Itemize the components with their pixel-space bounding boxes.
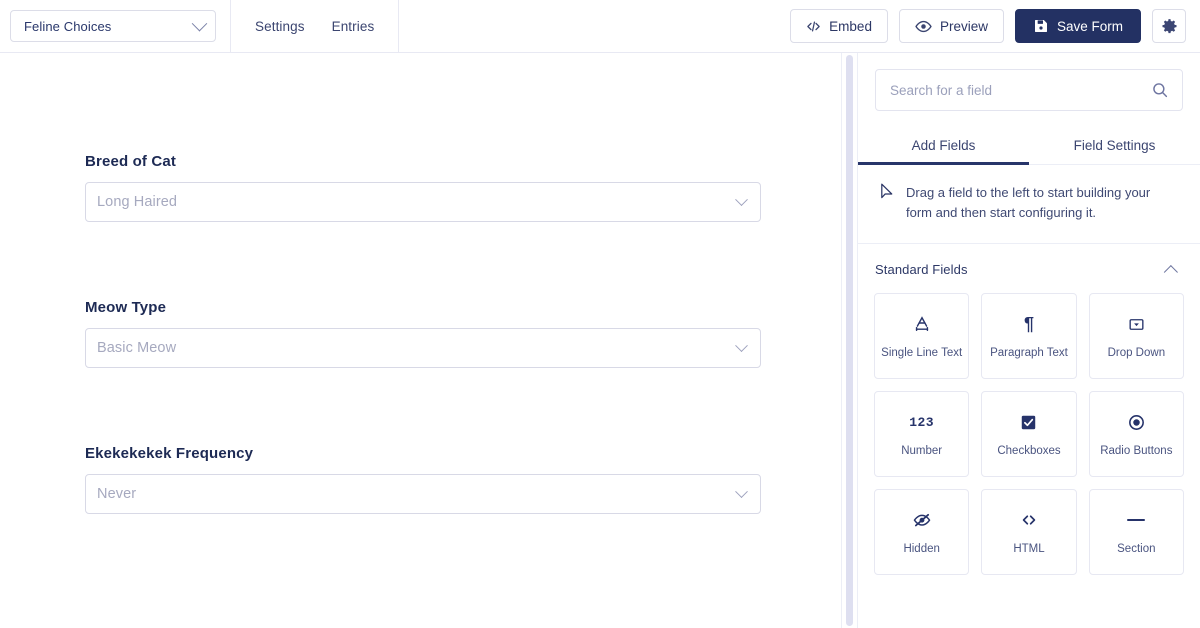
digits-123-icon: 123 — [909, 414, 935, 430]
drag-hint: Drag a field to the left to start buildi… — [858, 165, 1200, 245]
top-nav: Settings Entries — [231, 0, 400, 53]
cursor-arrow-icon — [880, 183, 894, 200]
embed-button-label: Embed — [829, 18, 872, 34]
chevron-down-icon — [191, 15, 208, 31]
dropdown-field[interactable]: Never — [85, 474, 761, 514]
field-card-single-line-text[interactable]: Single Line Text — [874, 293, 970, 380]
field-card-label: HTML — [1013, 543, 1045, 556]
pilcrow-icon: ¶ — [1023, 314, 1034, 335]
radio-selected-icon — [1127, 411, 1146, 433]
field-card-checkboxes[interactable]: Checkboxes — [981, 391, 1077, 478]
nav-item-entries[interactable]: Entries — [332, 19, 375, 34]
tab-label: Field Settings — [1073, 138, 1156, 153]
nav-item-settings[interactable]: Settings — [255, 19, 305, 34]
form-selector-area: Feline Choices — [0, 0, 231, 53]
search-input[interactable] — [890, 82, 1128, 98]
chevron-down-icon — [735, 484, 748, 498]
field-label: Breed of Cat — [85, 153, 176, 170]
dropdown-field[interactable]: Long Haired — [85, 182, 761, 222]
field-card-label: Section — [1117, 543, 1156, 556]
eye-slash-icon — [912, 509, 932, 531]
code-icon — [806, 19, 821, 34]
form-field-breed-of-cat: Breed of Cat Long Haired — [0, 153, 841, 222]
chevron-down-icon — [735, 338, 748, 352]
toolbar-actions: Embed Preview Save Form — [790, 0, 1200, 53]
field-card-drop-down[interactable]: Drop Down — [1088, 293, 1184, 380]
embed-button[interactable]: Embed — [790, 9, 888, 43]
field-label: Meow Type — [85, 299, 167, 316]
canvas-scrollbar[interactable] — [841, 53, 858, 628]
top-toolbar: Feline Choices Settings Entries Embed Pr… — [0, 0, 1200, 53]
horizontal-rule-icon — [1127, 509, 1146, 531]
field-card-number[interactable]: 123 Number — [874, 391, 970, 478]
field-card-label: Hidden — [903, 543, 940, 556]
standard-fields-section-header[interactable]: Standard Fields — [858, 244, 1200, 293]
section-title: Standard Fields — [875, 262, 968, 278]
preview-button-label: Preview — [939, 18, 988, 34]
tab-add-fields[interactable]: Add Fields — [858, 130, 1029, 165]
field-card-label: Drop Down — [1107, 347, 1166, 360]
field-card-radio-buttons[interactable]: Radio Buttons — [1088, 391, 1184, 478]
form-settings-button[interactable] — [1152, 9, 1186, 43]
form-selector-dropdown[interactable]: Feline Choices — [10, 10, 216, 42]
search-icon[interactable] — [1151, 81, 1169, 99]
floppy-disk-icon — [1033, 18, 1049, 34]
form-field-ekekekekek-frequency: Ekekekekek Frequency Never — [0, 445, 841, 514]
underlined-a-icon — [912, 313, 932, 335]
field-card-html[interactable]: HTML — [981, 489, 1077, 576]
search-box[interactable] — [875, 69, 1183, 111]
tab-field-settings[interactable]: Field Settings — [1029, 130, 1200, 164]
checkbox-checked-icon — [1019, 411, 1038, 433]
fields-sidebar: Add Fields Field Settings Drag a field t… — [858, 53, 1200, 628]
save-form-button[interactable]: Save Form — [1014, 9, 1141, 43]
field-card-section[interactable]: Section — [1088, 489, 1184, 576]
form-canvas: Breed of Cat Long Haired Meow Type Basic… — [0, 53, 841, 628]
search-area — [858, 53, 1200, 111]
dropdown-value: Basic Meow — [97, 340, 177, 356]
gear-icon — [1161, 18, 1178, 35]
scrollbar-thumb[interactable] — [846, 55, 853, 626]
field-card-label: Radio Buttons — [1100, 445, 1173, 458]
sidebar-tabs: Add Fields Field Settings — [858, 130, 1200, 165]
field-card-label: Paragraph Text — [990, 347, 1068, 360]
field-card-label: Single Line Text — [881, 347, 963, 360]
preview-button[interactable]: Preview — [898, 9, 1004, 43]
dropdown-value: Never — [97, 486, 137, 502]
builder-body: Breed of Cat Long Haired Meow Type Basic… — [0, 53, 1200, 628]
field-card-hidden[interactable]: Hidden — [874, 489, 970, 576]
form-selector-value: Feline Choices — [24, 18, 112, 34]
dropdown-box-icon — [1127, 313, 1146, 335]
save-form-button-label: Save Form — [1056, 18, 1123, 34]
dropdown-value: Long Haired — [97, 194, 178, 210]
standard-fields-grid: Single Line Text ¶ Paragraph Text Drop D… — [858, 293, 1200, 591]
dropdown-field[interactable]: Basic Meow — [85, 328, 761, 368]
eye-icon — [915, 18, 932, 35]
tab-label: Add Fields — [911, 138, 976, 153]
field-card-paragraph-text[interactable]: ¶ Paragraph Text — [981, 293, 1077, 380]
field-card-label: Checkboxes — [997, 445, 1061, 458]
drag-hint-text: Drag a field to the left to start buildi… — [906, 185, 1151, 221]
form-builder-app: Feline Choices Settings Entries Embed Pr… — [0, 0, 1200, 628]
field-card-label: Number — [901, 445, 943, 458]
angle-brackets-icon — [1019, 509, 1039, 531]
chevron-up-icon[interactable] — [1163, 264, 1178, 279]
field-label: Ekekekekek Frequency — [85, 445, 254, 462]
chevron-down-icon — [735, 192, 748, 206]
form-field-meow-type: Meow Type Basic Meow — [0, 299, 841, 368]
